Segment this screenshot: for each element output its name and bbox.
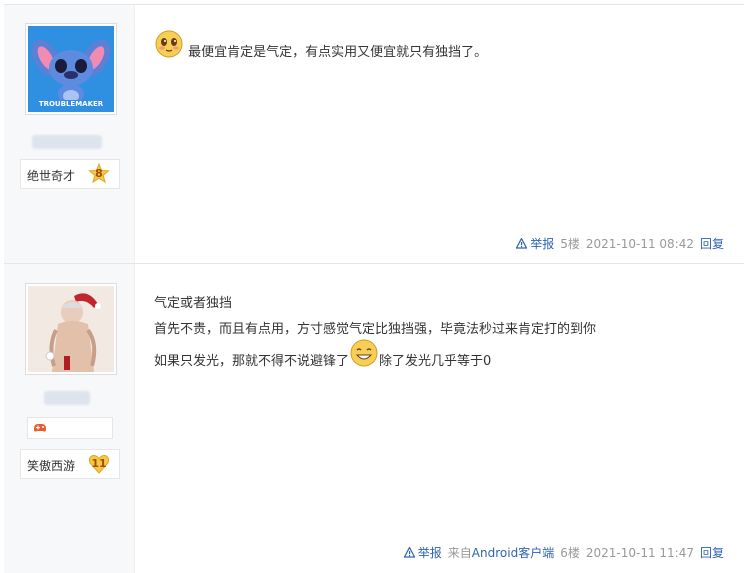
- post-author-sidebar: 笑傲西游 11: [4, 264, 135, 573]
- post-text-line: 气定或者独挡: [154, 296, 233, 311]
- post-text-line: 如果只发光，那就不得不说避锋了 除了发光几乎等于0: [154, 338, 492, 369]
- warning-icon: [516, 238, 528, 249]
- level-title: 绝世奇才: [27, 169, 76, 183]
- reply-button[interactable]: 回复: [700, 544, 724, 561]
- thread-page: TROUBLEMAKER 绝世奇才 8 最便宜肯定是气定，有点实用又便宜就只有独…: [0, 0, 745, 573]
- username-blurred[interactable]: [44, 391, 90, 405]
- level-star-icon: 8: [88, 163, 110, 185]
- source-client-link[interactable]: Android客户端: [472, 544, 554, 561]
- level-heart-icon: 11: [88, 453, 110, 475]
- level-number: 8: [95, 167, 103, 180]
- post-time: 2021-10-11 08:42: [585, 236, 694, 251]
- author-avatar[interactable]: [25, 283, 117, 375]
- floor-number: 5楼: [560, 237, 580, 251]
- post-time: 2021-10-11 11:47: [585, 545, 694, 560]
- author-avatar[interactable]: TROUBLEMAKER: [25, 23, 117, 115]
- post-text-line: 最便宜肯定是气定，有点实用又便宜就只有独挡了。: [188, 44, 488, 60]
- level-badge[interactable]: 绝世奇才 8: [20, 159, 120, 189]
- game-badge[interactable]: [27, 417, 113, 439]
- floor-number: 6楼: [560, 546, 580, 560]
- post-floor-5: TROUBLEMAKER 绝世奇才 8 最便宜肯定是气定，有点实用又便宜就只有独…: [4, 4, 744, 263]
- report-button[interactable]: 举报: [403, 544, 442, 561]
- santa-figure-avatar-image: [28, 286, 114, 372]
- warning-icon: [403, 547, 415, 558]
- post-text-segment: 除了发光几乎等于0: [379, 353, 492, 369]
- source-prefix: 来自: [447, 546, 472, 560]
- post-footer: 举报 5楼 2021-10-11 08:42 回复: [516, 235, 724, 252]
- username-blurred[interactable]: [32, 135, 102, 149]
- report-label: 举报: [417, 546, 442, 560]
- post-author-sidebar: TROUBLEMAKER 绝世奇才 8: [4, 5, 135, 263]
- post-text-line: 首先不贵，而且有点用，方寸感觉气定比独挡强，毕竟法秒过来肯定打的到你: [154, 322, 597, 337]
- level-number: 11: [91, 457, 107, 470]
- post-footer: 举报 来自 Android客户端 6楼 2021-10-11 11:47 回复: [403, 544, 724, 561]
- gamepad-icon: [34, 424, 46, 432]
- post-text-segment: 如果只发光，那就不得不说避锋了: [154, 353, 350, 369]
- level-badge[interactable]: 笑傲西游 11: [20, 449, 120, 479]
- level-title: 笑傲西游: [27, 459, 76, 473]
- avatar-caption: TROUBLEMAKER: [38, 100, 104, 108]
- report-button[interactable]: 举报: [516, 235, 554, 252]
- reply-button[interactable]: 回复: [700, 235, 724, 252]
- report-label: 举报: [530, 237, 555, 251]
- shy-face-emoji-icon: [155, 30, 183, 58]
- grin-face-emoji-icon: [350, 339, 378, 367]
- post-floor-6: 笑傲西游 11 气定或者独挡 首先不贵，而且有点用，方寸感觉气定比独挡强，毕竟法…: [4, 263, 744, 573]
